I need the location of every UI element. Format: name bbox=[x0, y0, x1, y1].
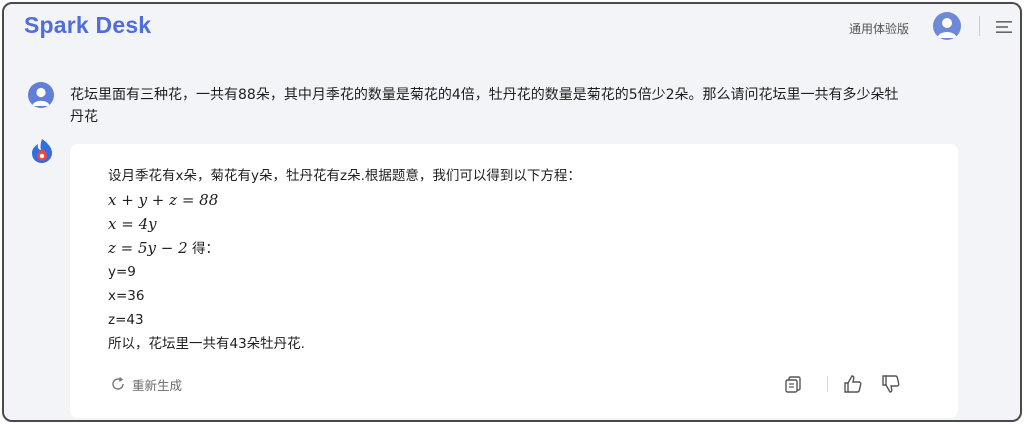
spark-logo-icon bbox=[32, 139, 52, 163]
solution-x: x=36 bbox=[108, 288, 145, 304]
bot-response-card: 设月季花有x朵，菊花有y朵，牡丹花有z朵.根据题意，我们可以得到以下方程： x … bbox=[70, 144, 958, 418]
user-icon bbox=[937, 18, 957, 38]
like-button[interactable] bbox=[842, 373, 864, 395]
equation-2: x = 4y bbox=[108, 215, 157, 233]
menu-icon[interactable] bbox=[994, 19, 1014, 35]
app-logo[interactable]: Spark Desk bbox=[24, 12, 151, 39]
trial-version-label: 通用体验版 bbox=[849, 22, 910, 36]
app-window: Spark Desk 通用体验版 花坛里面有三种花，一共有88朵，其中月季花的数… bbox=[2, 2, 1022, 422]
equation-3-line: z = 5y − 2 得： bbox=[108, 236, 581, 260]
thumbs-down-icon bbox=[882, 375, 900, 393]
profile-avatar[interactable] bbox=[933, 12, 961, 40]
equation-3: z = 5y − 2 bbox=[108, 239, 188, 257]
copy-icon bbox=[785, 376, 801, 393]
header: Spark Desk 通用体验版 bbox=[4, 4, 1020, 52]
solution-y: y=9 bbox=[108, 264, 136, 280]
bot-avatar bbox=[28, 137, 56, 165]
refresh-icon bbox=[112, 376, 124, 390]
dislike-button[interactable] bbox=[880, 373, 902, 395]
solution-z: z=43 bbox=[108, 312, 144, 328]
regenerate-label: 重新生成 bbox=[132, 377, 183, 393]
regenerate-button[interactable]: 重新生成 bbox=[110, 375, 182, 393]
user-avatar bbox=[28, 82, 54, 108]
bot-response-body: 设月季花有x朵，菊花有y朵，牡丹花有z朵.根据题意，我们可以得到以下方程： x … bbox=[108, 164, 581, 356]
equation-3-suffix: 得： bbox=[187, 241, 219, 257]
response-conclusion: 所以，花坛里一共有43朵牡丹花. bbox=[108, 336, 305, 352]
user-icon bbox=[32, 87, 50, 106]
action-divider bbox=[827, 376, 828, 392]
equation-1: x + y + z = 88 bbox=[108, 191, 219, 209]
copy-button[interactable] bbox=[782, 373, 804, 395]
thumbs-up-icon bbox=[844, 375, 862, 393]
user-message: 花坛里面有三种花，一共有88朵，其中月季花的数量是菊花的4倍，牡丹花的数量是菊花… bbox=[70, 87, 899, 125]
response-intro: 设月季花有x朵，菊花有y朵，牡丹花有z朵.根据题意，我们可以得到以下方程： bbox=[108, 168, 581, 184]
header-divider bbox=[979, 16, 980, 36]
